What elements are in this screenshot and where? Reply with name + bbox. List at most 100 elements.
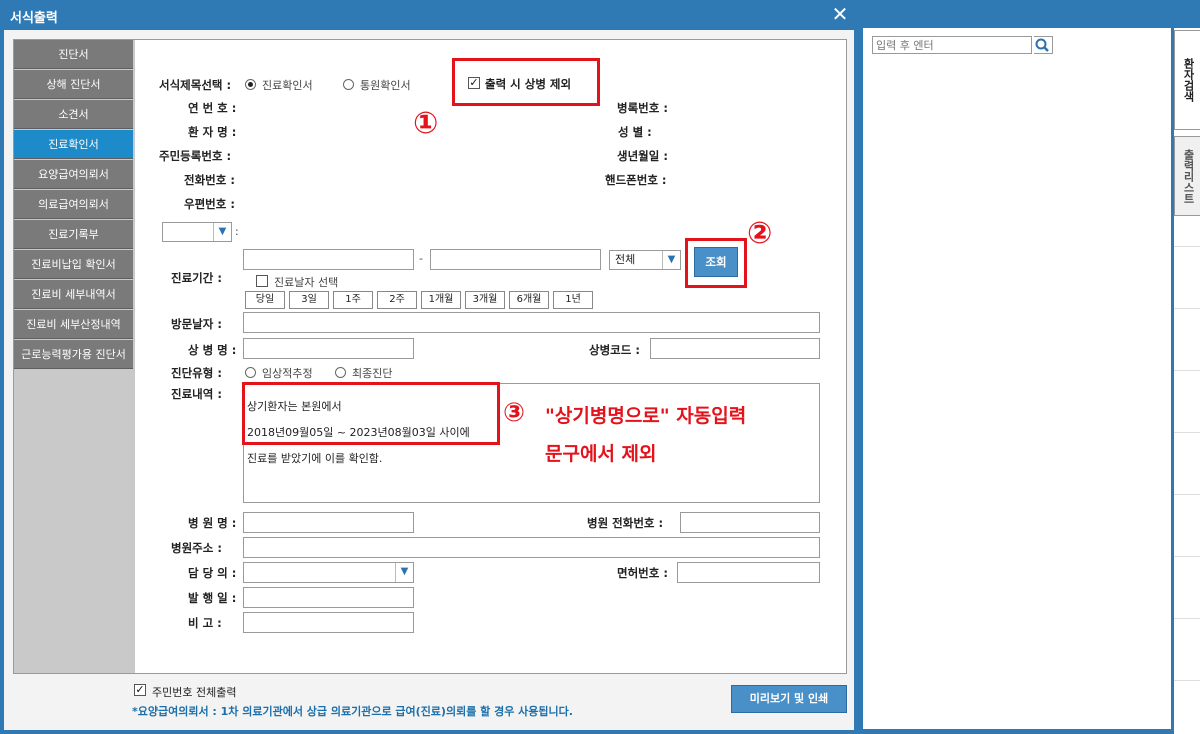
quick-range-today[interactable]: 당일 bbox=[245, 291, 285, 309]
period-dash: - bbox=[419, 252, 423, 265]
hospital-name-input[interactable] bbox=[243, 512, 414, 533]
treatment-period-label: 진료기간 : bbox=[171, 271, 222, 285]
quick-range-3days[interactable]: 3일 bbox=[289, 291, 329, 309]
title-select-label: 서식제목선택 : bbox=[159, 78, 232, 92]
tab-divider bbox=[1174, 308, 1200, 309]
search-icon-glyph bbox=[1035, 38, 1049, 52]
annotation-marker-2: ② bbox=[747, 216, 773, 251]
exclude-disease-checkbox[interactable]: ✓ bbox=[468, 77, 480, 89]
close-icon[interactable]: ✕ bbox=[830, 4, 850, 24]
birth-date-label: 생년월일 : bbox=[617, 149, 668, 163]
form-area: 서식제목선택 : 진료확인서 통원확인서 ✓ 출력 시 상병 제외 연 번 호 … bbox=[135, 40, 846, 673]
tab-divider bbox=[1174, 370, 1200, 371]
tab-print-list[interactable]: 출력리스트 bbox=[1174, 136, 1200, 216]
radio-final-diagnosis[interactable] bbox=[335, 367, 346, 378]
search-button[interactable]: 조회 bbox=[694, 247, 738, 277]
menu-item-medical-aid-referral[interactable]: 의료급여의뢰서 bbox=[14, 190, 133, 219]
small-select-colon: : bbox=[235, 225, 239, 238]
issue-date-label: 발 행 일 : bbox=[188, 591, 237, 605]
tab-patient-search[interactable]: 환자검색 bbox=[1174, 30, 1200, 130]
form-print-dialog: 서식출력 ✕ 진단서 상해 진단서 소견서 진료확인서 요양급여의뢰서 의료급여… bbox=[0, 0, 858, 734]
doctor-select[interactable]: ▼ bbox=[243, 562, 414, 583]
disease-name-label: 상 병 명 : bbox=[188, 343, 237, 357]
visit-dates-input[interactable] bbox=[243, 312, 820, 333]
chart-number-label: 병록번호 : bbox=[617, 101, 668, 115]
side-tabs: 환자검색 출력리스트 bbox=[1172, 28, 1200, 734]
quick-range-1week[interactable]: 1주 bbox=[333, 291, 373, 309]
dialog-body: 진단서 상해 진단서 소견서 진료확인서 요양급여의뢰서 의료급여의뢰서 진료기… bbox=[4, 30, 854, 730]
tab-divider bbox=[1174, 680, 1200, 681]
menu-item-fee-details[interactable]: 진료비 세부내역서 bbox=[14, 280, 133, 309]
menu-item-care-referral[interactable]: 요양급여의뢰서 bbox=[14, 160, 133, 189]
period-end-input[interactable] bbox=[430, 249, 601, 270]
radio-treatment-confirmation[interactable] bbox=[245, 79, 256, 90]
annotation-note-line-2: 문구에서 제외 bbox=[545, 443, 657, 465]
annotation-marker-3: ③ bbox=[503, 398, 526, 428]
menu-item-diagnosis[interactable]: 진단서 bbox=[14, 40, 133, 69]
menu-item-treatment-confirmation[interactable]: 진료확인서 bbox=[14, 130, 133, 159]
radio-outpatient-confirmation[interactable] bbox=[343, 79, 354, 90]
license-number-input[interactable] bbox=[677, 562, 820, 583]
remarks-input[interactable] bbox=[243, 612, 414, 633]
radio-outpatient-confirmation-label: 통원확인서 bbox=[360, 79, 411, 92]
rrn-label: 주민등록번호 : bbox=[159, 149, 232, 163]
hospital-name-label: 병 원 명 : bbox=[188, 516, 237, 530]
footer-notice: *요양급여의뢰서 : 1차 의료기관에서 상급 의료기관으로 급여(진료)의뢰를… bbox=[132, 705, 573, 718]
print-full-rrn-checkbox[interactable]: ✓ bbox=[134, 684, 146, 696]
hospital-address-label: 병원주소 : bbox=[171, 541, 222, 555]
radio-clinical-estimate[interactable] bbox=[245, 367, 256, 378]
annotation-box-3 bbox=[242, 382, 500, 445]
disease-code-input[interactable] bbox=[650, 338, 820, 359]
period-type-value: 전체 bbox=[615, 253, 636, 266]
search-panel-header bbox=[858, 0, 1200, 28]
small-select[interactable]: ▼ bbox=[162, 222, 232, 242]
radio-treatment-confirmation-label: 진료확인서 bbox=[262, 79, 313, 92]
quick-range-1year[interactable]: 1년 bbox=[553, 291, 593, 309]
search-panel-border-bottom bbox=[858, 730, 1176, 734]
chevron-down-icon: ▼ bbox=[395, 563, 413, 582]
serial-number-label: 연 번 호 : bbox=[188, 101, 237, 115]
hospital-address-input[interactable] bbox=[243, 537, 820, 558]
annotation-marker-1: ① bbox=[413, 106, 439, 141]
patient-name-label: 환 자 명 : bbox=[188, 125, 237, 139]
annotation-note-line-1: "상기병명으로" 자동입력 bbox=[545, 405, 747, 427]
visit-dates-label: 방문날자 : bbox=[171, 317, 222, 331]
quick-range-1month[interactable]: 1개월 bbox=[421, 291, 461, 309]
tab-divider bbox=[1174, 618, 1200, 619]
period-start-input[interactable] bbox=[243, 249, 414, 270]
patient-search-panel bbox=[862, 28, 1172, 730]
menu-item-opinion[interactable]: 소견서 bbox=[14, 100, 133, 129]
details-line-3: 진료를 받았기에 이를 확인함. bbox=[247, 452, 383, 465]
radio-clinical-estimate-label: 임상적추정 bbox=[262, 367, 313, 380]
search-icon[interactable] bbox=[1034, 36, 1053, 54]
menu-item-medical-record[interactable]: 진료기록부 bbox=[14, 220, 133, 249]
quick-range-6months[interactable]: 6개월 bbox=[509, 291, 549, 309]
print-full-rrn-label: 주민번호 전체출력 bbox=[152, 686, 237, 699]
zip-code-label: 우편번호 : bbox=[184, 197, 235, 211]
license-number-label: 면허번호 : bbox=[617, 566, 668, 580]
preview-print-button[interactable]: 미리보기 및 인쇄 bbox=[731, 685, 847, 713]
diagnosis-type-label: 진단유형 : bbox=[171, 366, 222, 380]
tab-divider bbox=[1174, 494, 1200, 495]
period-type-select[interactable]: 전체 ▼ bbox=[609, 250, 681, 270]
quick-range-2weeks[interactable]: 2주 bbox=[377, 291, 417, 309]
tab-divider bbox=[1174, 432, 1200, 433]
disease-name-input[interactable] bbox=[243, 338, 414, 359]
gender-label: 성 별 : bbox=[618, 125, 652, 139]
patient-search-input[interactable] bbox=[872, 36, 1032, 54]
menu-item-fee-calculation[interactable]: 진료비 세부산정내역 bbox=[14, 310, 133, 339]
date-select-checkbox[interactable] bbox=[256, 275, 268, 287]
menu-item-injury-diagnosis[interactable]: 상해 진단서 bbox=[14, 70, 133, 99]
doctor-label: 담 당 의 : bbox=[188, 566, 237, 580]
tab-divider bbox=[1174, 556, 1200, 557]
hospital-phone-input[interactable] bbox=[680, 512, 820, 533]
phone-label: 전화번호 : bbox=[184, 173, 235, 187]
issue-date-input[interactable] bbox=[243, 587, 414, 608]
exclude-disease-label: 출력 시 상병 제외 bbox=[485, 77, 572, 91]
form-type-menu: 진단서 상해 진단서 소견서 진료확인서 요양급여의뢰서 의료급여의뢰서 진료기… bbox=[14, 40, 134, 673]
date-select-label: 진료날자 선택 bbox=[274, 276, 339, 289]
dialog-titlebar: 서식출력 ✕ bbox=[0, 0, 858, 30]
quick-range-3months[interactable]: 3개월 bbox=[465, 291, 505, 309]
menu-item-payment-confirmation[interactable]: 진료비납입 확인서 bbox=[14, 250, 133, 279]
menu-item-work-ability-diagnosis[interactable]: 근로능력평가용 진단서 bbox=[14, 340, 133, 369]
